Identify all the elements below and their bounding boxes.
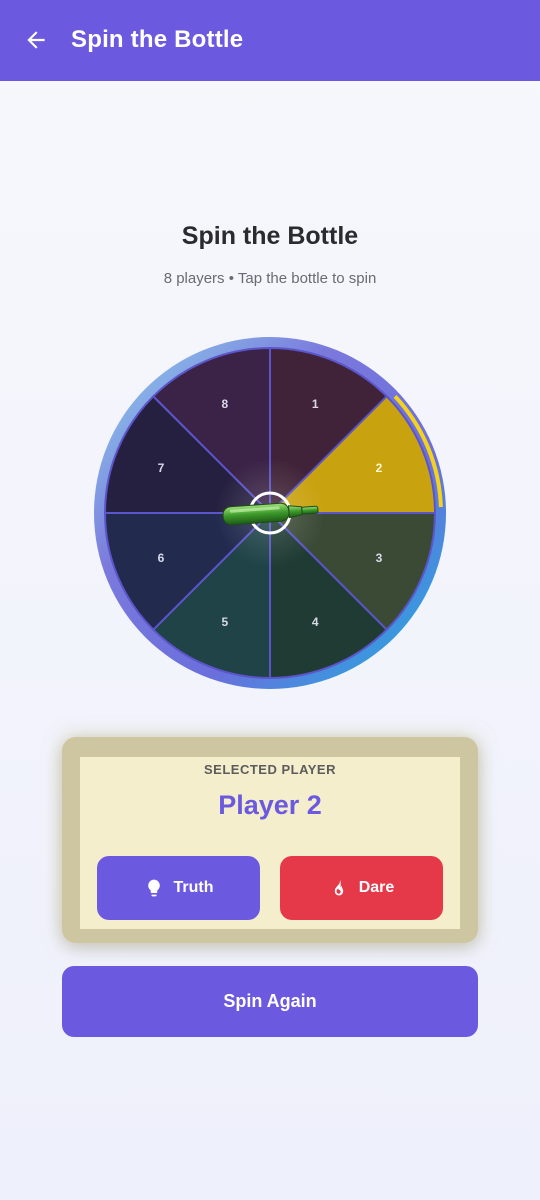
- app-bar: Spin the Bottle: [0, 0, 540, 81]
- game-title: Spin the Bottle: [181, 222, 359, 250]
- selected-player-name: Player 2: [218, 790, 322, 820]
- wheel-label-6: 6: [158, 551, 165, 565]
- spin-again-button[interactable]: Spin Again: [62, 966, 478, 1037]
- back-button[interactable]: [18, 22, 54, 58]
- app-bar-title: Spin the Bottle: [71, 26, 244, 53]
- wheel-label-4: 4: [312, 615, 319, 629]
- wheel-label-7: 7: [158, 461, 165, 475]
- dare-button[interactable]: Dare: [280, 856, 443, 920]
- lightbulb-icon: [147, 879, 160, 897]
- selected-player-label: SELECTED PLAYER: [204, 762, 336, 777]
- truth-button-label: Truth: [173, 879, 214, 896]
- wheel-svg: 1 2 3 4 5 6 7 8: [94, 337, 446, 689]
- arrow-left-icon: [27, 31, 45, 49]
- dare-button-label: Dare: [358, 879, 395, 896]
- fire-icon: [334, 879, 343, 896]
- wheel-label-1: 1: [312, 397, 319, 411]
- spin-wheel[interactable]: 1 2 3 4 5 6 7 8: [90, 333, 450, 693]
- wheel-label-5: 5: [221, 615, 228, 629]
- game-subtitle: 8 players • Tap the bottle to spin: [163, 270, 377, 287]
- wheel-label-3: 3: [376, 551, 383, 565]
- wheel-label-2: 2: [376, 461, 383, 475]
- truth-button[interactable]: Truth: [97, 856, 260, 920]
- wheel-label-8: 8: [221, 397, 228, 411]
